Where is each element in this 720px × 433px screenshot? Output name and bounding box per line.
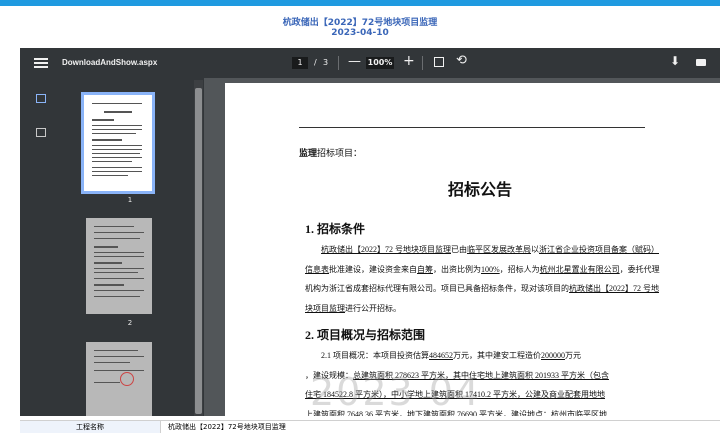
- watermark: 2023 04: [310, 370, 482, 414]
- project-label: 监理招标项目：: [299, 148, 363, 158]
- toolbar-divider: [338, 56, 339, 70]
- pdf-viewer: DownloadAndShow.aspx 1 / 3 — 100% + ⟲ ⬇: [20, 48, 720, 416]
- download-icon[interactable]: ⬇: [670, 54, 680, 68]
- zoom-in-icon[interactable]: +: [403, 53, 415, 69]
- total-pages: 3: [323, 58, 329, 67]
- thumbnail-panel: 1 2: [56, 78, 204, 416]
- thumbnail-scrollbar-thumb[interactable]: [195, 88, 202, 414]
- toolbar-divider: [422, 56, 423, 70]
- sidebar-icon-strip: [20, 78, 56, 416]
- header-rule: [299, 127, 645, 128]
- thumbnail-label-2: 2: [127, 319, 133, 327]
- section-2-heading: 2. 项目概况与招标范围: [305, 328, 426, 342]
- pdf-page: 监理招标项目： 招标公告 1. 招标条件 杭政储出【2022】72 号地块项目监…: [225, 83, 720, 416]
- section-1-heading: 1. 招标条件: [305, 222, 366, 236]
- fit-page-icon[interactable]: [434, 57, 444, 67]
- page-thumbnail-3[interactable]: [86, 342, 152, 416]
- info-key: 工程名称: [20, 421, 161, 433]
- page-date: 2023-04-10: [331, 28, 389, 38]
- thumbnail-label-1: 1: [127, 196, 133, 204]
- page-thumbnail-1[interactable]: [81, 92, 155, 194]
- viewer-toolbar: DownloadAndShow.aspx 1 / 3 — 100% + ⟲ ⬇: [20, 48, 720, 78]
- file-name: DownloadAndShow.aspx: [62, 58, 158, 67]
- zoom-out-icon[interactable]: —: [348, 54, 361, 69]
- notice-title: 招标公告: [447, 182, 512, 199]
- info-row: 工程名称 杭政储出【2022】72号地块项目监理: [20, 420, 720, 433]
- thumbnail-view-icon[interactable]: [36, 94, 46, 103]
- page-separator: /: [314, 58, 317, 67]
- current-page-input[interactable]: 1: [292, 57, 308, 69]
- page-header: 杭政储出【2022】72号地块项目监理 2023-04-10: [0, 6, 720, 48]
- rotate-icon[interactable]: ⟲: [456, 53, 467, 68]
- zoom-level-input[interactable]: 100%: [366, 57, 394, 69]
- menu-icon[interactable]: [34, 56, 48, 70]
- print-icon[interactable]: [696, 59, 706, 66]
- info-value: 杭政储出【2022】72号地块项目监理: [168, 423, 286, 431]
- page-thumbnail-2[interactable]: [86, 218, 152, 314]
- outline-view-icon[interactable]: [36, 128, 46, 137]
- page-title: 杭政储出【2022】72号地块项目监理: [282, 18, 438, 28]
- section-1-text: 杭政储出【2022】72 号地块项目监理已由临平区发展改革局以浙江省企业投资项目…: [305, 245, 660, 313]
